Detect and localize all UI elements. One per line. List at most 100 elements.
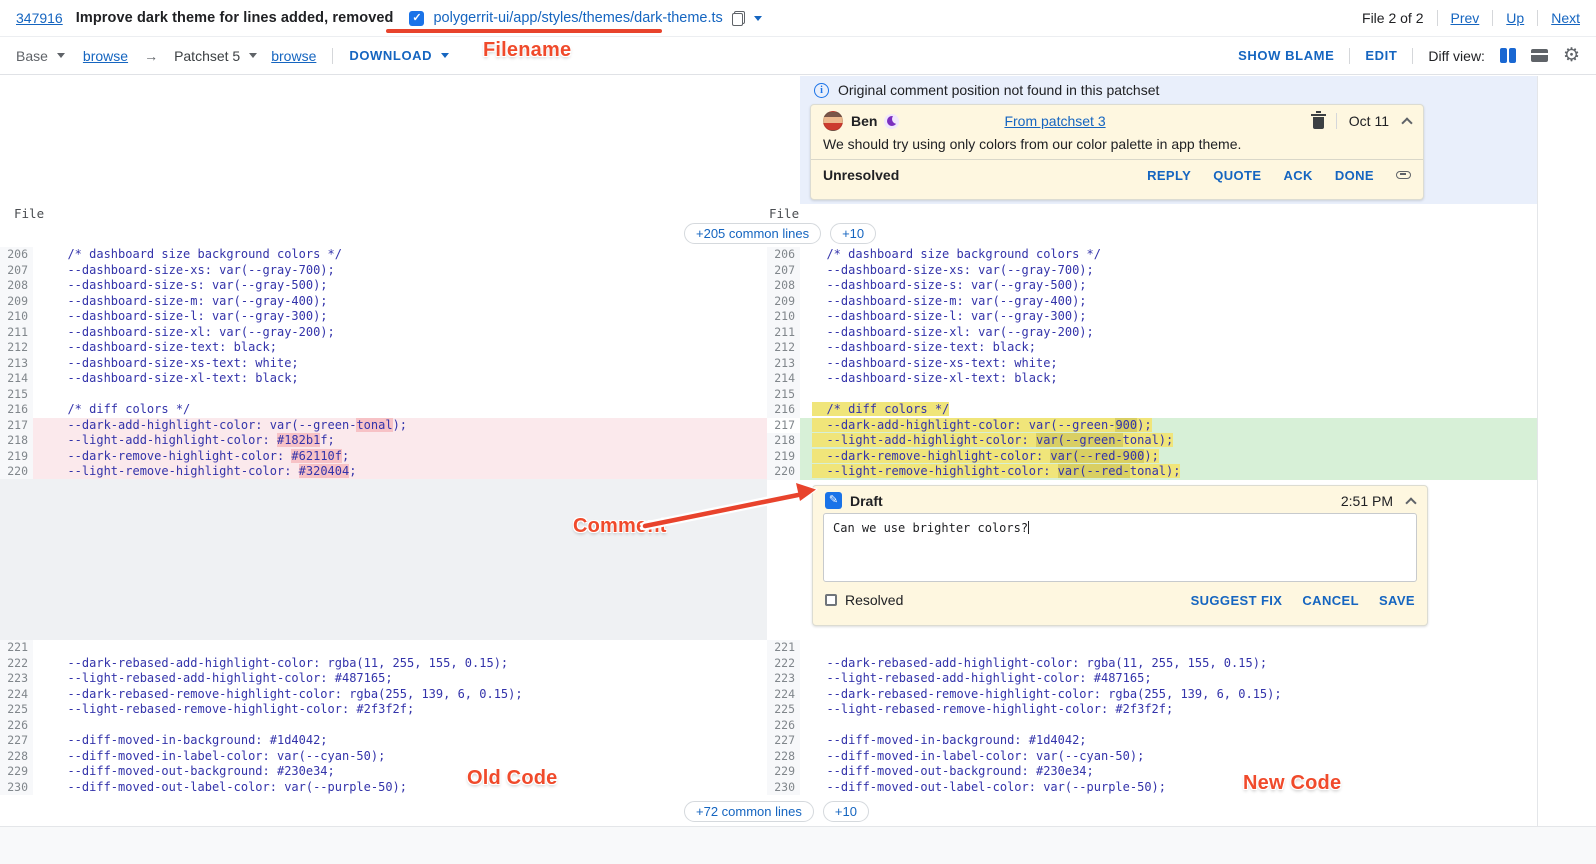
delete-comment-icon[interactable]	[1313, 117, 1324, 129]
new-code-line: --diff-moved-in-label-color: var(--cyan-…	[800, 749, 1537, 765]
line-number[interactable]: 212	[0, 340, 33, 356]
line-number[interactable]: 223	[0, 671, 33, 687]
line-number[interactable]: 229	[767, 764, 800, 780]
line-number[interactable]: 208	[767, 278, 800, 294]
patchset-label[interactable]: Patchset 5	[174, 48, 240, 64]
line-number[interactable]: 220	[0, 464, 33, 480]
collapse-chevron-up-icon[interactable]	[1405, 497, 1416, 508]
old-code-half: 215	[0, 387, 767, 403]
link-icon[interactable]	[1396, 171, 1411, 179]
unresolved-status: Unresolved	[823, 167, 899, 183]
line-number[interactable]: 214	[767, 371, 800, 387]
line-number[interactable]: 226	[767, 718, 800, 734]
patchset-selector[interactable]: Patchset 5	[174, 48, 257, 64]
line-number[interactable]: 206	[767, 247, 800, 263]
line-number[interactable]: 219	[0, 449, 33, 465]
edit-button[interactable]: EDIT	[1365, 48, 1397, 63]
base-caret-icon[interactable]	[57, 53, 65, 58]
line-number[interactable]: 218	[767, 433, 800, 449]
line-number[interactable]: 217	[0, 418, 33, 434]
line-number[interactable]: 212	[767, 340, 800, 356]
reviewed-checkbox-icon[interactable]	[409, 11, 424, 26]
unified-view-icon[interactable]	[1531, 49, 1548, 62]
resolved-label: Resolved	[845, 592, 903, 608]
line-number[interactable]: 217	[767, 418, 800, 434]
copy-icon[interactable]	[732, 11, 745, 26]
line-number[interactable]: 213	[0, 356, 33, 372]
base-label[interactable]: Base	[16, 48, 48, 64]
line-number[interactable]: 215	[767, 387, 800, 403]
line-number[interactable]: 221	[0, 640, 33, 656]
line-number[interactable]: 219	[767, 449, 800, 465]
old-code-half: 211 --dashboard-size-xl: var(--gray-200)…	[0, 325, 767, 341]
old-code-half: 206 /* dashboard size background colors …	[0, 247, 767, 263]
line-number[interactable]: 224	[0, 687, 33, 703]
line-number[interactable]: 221	[767, 640, 800, 656]
line-number[interactable]: 215	[0, 387, 33, 403]
line-number[interactable]: 228	[0, 749, 33, 765]
line-number[interactable]: 222	[0, 656, 33, 672]
line-number[interactable]: 209	[767, 294, 800, 310]
collapse-chevron-up-icon[interactable]	[1401, 117, 1412, 128]
line-number[interactable]: 216	[767, 402, 800, 418]
line-number[interactable]: 226	[0, 718, 33, 734]
line-number[interactable]: 207	[767, 263, 800, 279]
draft-textarea[interactable]: Can we use brighter colors?	[823, 513, 1417, 582]
browse-patchset-link[interactable]: browse	[271, 48, 316, 64]
expand-ten-lines-button[interactable]: +10	[823, 801, 869, 822]
expand-ten-lines-button[interactable]: +10	[830, 223, 876, 244]
expand-common-lines-button[interactable]: +72 common lines	[684, 801, 814, 822]
up-link[interactable]: Up	[1506, 10, 1524, 26]
change-number-link[interactable]: 347916	[16, 10, 63, 26]
line-number[interactable]: 224	[767, 687, 800, 703]
download-caret-icon[interactable]	[441, 53, 449, 58]
line-number[interactable]: 211	[767, 325, 800, 341]
line-number[interactable]: 218	[0, 433, 33, 449]
patchset-caret-icon[interactable]	[249, 53, 257, 58]
line-number[interactable]: 211	[0, 325, 33, 341]
old-code-line: --light-remove-highlight-color: #320404;	[33, 464, 767, 480]
gear-icon[interactable]: ⚙	[1563, 47, 1580, 65]
line-number[interactable]: 214	[0, 371, 33, 387]
save-button[interactable]: SAVE	[1379, 593, 1415, 608]
show-blame-button[interactable]: SHOW BLAME	[1238, 48, 1334, 63]
line-number[interactable]: 208	[0, 278, 33, 294]
line-number[interactable]: 225	[767, 702, 800, 718]
prev-file-link[interactable]: Prev	[1451, 10, 1480, 26]
download-label[interactable]: DOWNLOAD	[349, 48, 432, 63]
line-number[interactable]: 220	[767, 464, 800, 480]
from-patchset-link[interactable]: From patchset 3	[1004, 113, 1105, 129]
reply-button[interactable]: REPLY	[1147, 168, 1191, 183]
browse-base-link[interactable]: browse	[83, 48, 128, 64]
line-number[interactable]: 228	[767, 749, 800, 765]
diff-row-210: 210 --dashboard-size-l: var(--gray-300);…	[0, 309, 1537, 325]
line-number[interactable]: 225	[0, 702, 33, 718]
line-number[interactable]: 210	[0, 309, 33, 325]
expand-common-lines-button[interactable]: +205 common lines	[684, 223, 821, 244]
line-number[interactable]: 222	[767, 656, 800, 672]
line-number[interactable]: 213	[767, 356, 800, 372]
ack-button[interactable]: ACK	[1283, 168, 1312, 183]
line-number[interactable]: 210	[767, 309, 800, 325]
base-patchset-selector[interactable]: Base	[16, 48, 65, 64]
side-by-side-view-icon[interactable]	[1500, 48, 1516, 63]
line-number[interactable]: 216	[0, 402, 33, 418]
suggest-fix-button[interactable]: SUGGEST FIX	[1191, 593, 1283, 608]
file-path-link[interactable]: polygerrit-ui/app/styles/themes/dark-the…	[433, 10, 722, 26]
quote-button[interactable]: QUOTE	[1213, 168, 1261, 183]
line-number[interactable]: 207	[0, 263, 33, 279]
download-button[interactable]: DOWNLOAD	[349, 48, 449, 63]
line-number[interactable]: 209	[0, 294, 33, 310]
done-button[interactable]: DONE	[1335, 168, 1374, 183]
line-number[interactable]: 230	[767, 780, 800, 796]
line-number[interactable]: 223	[767, 671, 800, 687]
line-number[interactable]: 230	[0, 780, 33, 796]
line-number[interactable]: 227	[767, 733, 800, 749]
resolved-checkbox[interactable]	[825, 594, 837, 606]
line-number[interactable]: 227	[0, 733, 33, 749]
next-file-link[interactable]: Next	[1551, 10, 1580, 26]
cancel-button[interactable]: CANCEL	[1302, 593, 1359, 608]
line-number[interactable]: 206	[0, 247, 33, 263]
line-number[interactable]: 229	[0, 764, 33, 780]
file-dropdown-caret-icon[interactable]	[754, 16, 762, 21]
